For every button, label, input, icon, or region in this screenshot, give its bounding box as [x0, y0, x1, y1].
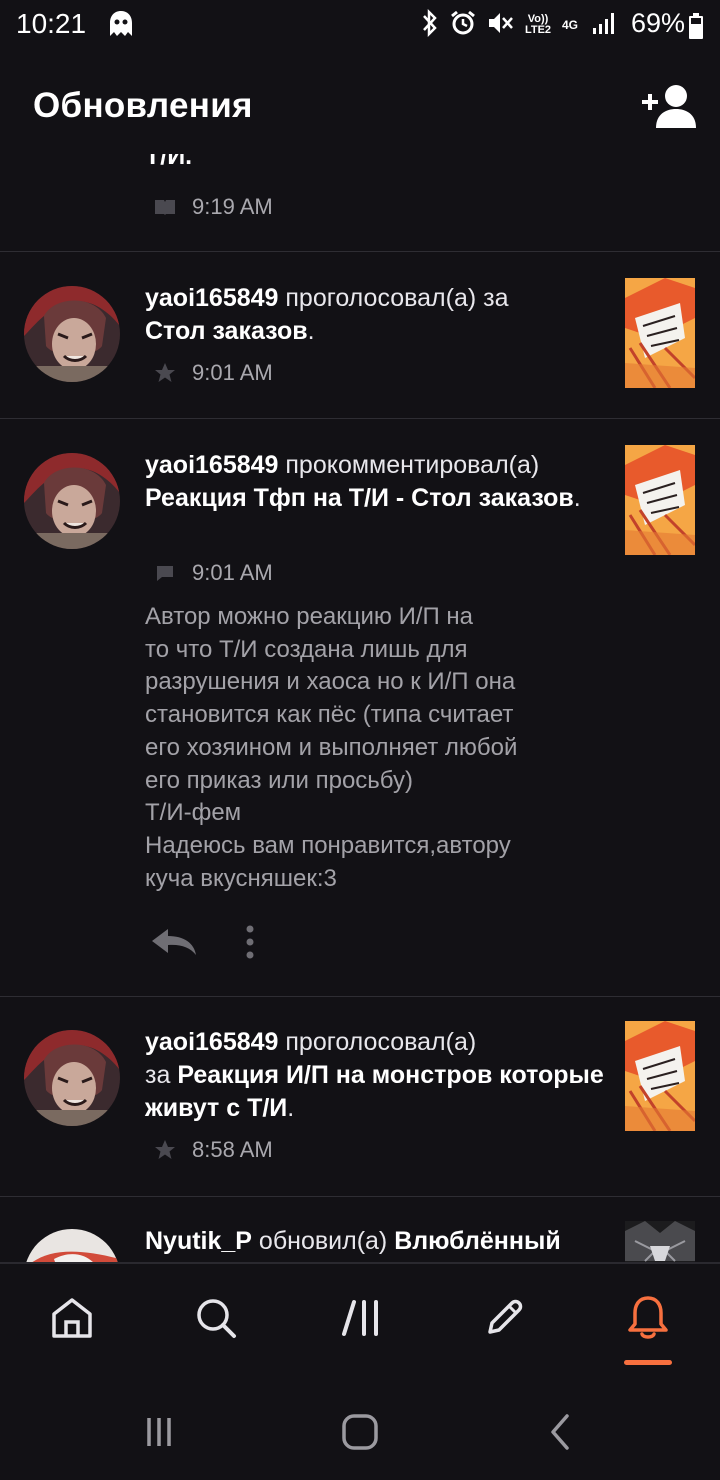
add-user-icon[interactable] [640, 82, 698, 130]
story-cover[interactable] [625, 1021, 695, 1131]
updates-feed[interactable]: Т/И. 9:19 AM yaoi165849 проголосовал(а) … [0, 154, 720, 1262]
list-item[interactable]: yaoi165849 проголосовал(а) за Реакция И/… [0, 997, 720, 1197]
avatar[interactable] [24, 286, 120, 382]
action-text: обновил(а) [251, 1227, 395, 1255]
story-link[interactable]: Реакция И/П на монстров которые живут с … [145, 1061, 604, 1122]
username-link[interactable]: yaoi165849 [145, 451, 278, 479]
search-icon[interactable] [186, 1288, 246, 1348]
battery-icon [687, 12, 705, 40]
write-icon[interactable] [474, 1288, 534, 1348]
recents-button[interactable] [134, 1410, 184, 1454]
system-navigation [0, 1390, 720, 1480]
story-cover[interactable] [625, 1221, 695, 1262]
end-punctuation: . [307, 317, 315, 345]
notifications-icon[interactable] [618, 1288, 678, 1348]
item-meta: 8:58 AM [154, 1137, 273, 1163]
story-link[interactable]: Реакция Тфп на Т/И - Стол заказов [145, 484, 574, 512]
action-text: проголосовал(а) за [278, 284, 509, 312]
bottom-navigation [0, 1262, 720, 1390]
mute-icon [486, 9, 514, 42]
status-bar: 10:21 Vo)) LTE2 4G 69% [0, 0, 720, 54]
star-icon [154, 1139, 176, 1161]
list-item[interactable]: Nyutik_P обновил(а) Влюблённый [0, 1197, 720, 1262]
avatar[interactable] [24, 1229, 120, 1262]
update-text: yaoi165849 прокомментировал(а) Реакция Тф… [145, 449, 605, 515]
story-title-tail[interactable]: Т/И. [145, 154, 192, 171]
username-link[interactable]: yaoi165849 [145, 284, 278, 312]
update-text: yaoi165849 проголосовал(а) за Реакция И/… [145, 1026, 605, 1125]
item-time: 8:58 AM [192, 1137, 273, 1162]
star-icon [154, 362, 176, 384]
list-item[interactable]: yaoi165849 прокомментировал(а) Реакция Тф… [0, 419, 720, 997]
story-link[interactable]: Стол заказов [145, 317, 308, 345]
ghost-icon [108, 10, 134, 38]
item-time: 9:01 AM [192, 560, 273, 585]
end-punctuation: . [287, 1094, 295, 1122]
home-icon[interactable] [42, 1288, 102, 1348]
status-time: 10:21 [16, 8, 87, 39]
status-icons: Vo)) LTE2 4G [420, 8, 617, 42]
alarm-icon [449, 9, 477, 42]
reply-icon[interactable] [150, 927, 200, 957]
bluetooth-icon [420, 8, 440, 42]
avatar[interactable] [24, 453, 120, 549]
story-cover[interactable] [625, 445, 695, 555]
comment-text: Автор можно реакцию И/П на то что Т/И со… [145, 603, 518, 892]
list-item[interactable]: Т/И. 9:19 AM [0, 154, 720, 252]
action-text: прокомментировал(а) [278, 451, 540, 479]
item-time: 9:19 AM [192, 194, 273, 219]
avatar[interactable] [24, 1030, 120, 1126]
update-text: yaoi165849 проголосовал(а) за Стол заказо… [145, 282, 605, 348]
item-meta: 9:01 AM [154, 360, 273, 386]
app-header: Обновления [0, 54, 720, 154]
username-link[interactable]: Nyutik_P [145, 1227, 252, 1255]
update-text: Nyutik_P обновил(а) Влюблённый [145, 1225, 615, 1258]
4g-icon: 4G [562, 18, 579, 32]
more-options-icon[interactable] [240, 924, 260, 960]
story-cover[interactable] [625, 278, 695, 388]
end-punctuation: . [573, 484, 581, 512]
story-link[interactable]: Влюблённый [394, 1227, 560, 1255]
item-meta: 9:01 AM [154, 560, 273, 586]
library-icon[interactable] [332, 1288, 392, 1348]
signal-icon [591, 10, 617, 41]
page-title: Обновления [33, 86, 253, 125]
back-button[interactable] [536, 1410, 586, 1454]
volte-icon: Vo)) LTE2 [524, 13, 552, 36]
home-button[interactable] [335, 1410, 385, 1454]
active-tab-indicator [624, 1360, 672, 1365]
username-link[interactable]: yaoi165849 [145, 1028, 278, 1056]
list-item[interactable]: yaoi165849 проголосовал(а) за Стол заказо… [0, 252, 720, 419]
item-time: 9:01 AM [192, 360, 273, 385]
battery-percent: 69% [631, 8, 686, 38]
book-icon [154, 196, 176, 218]
comment-icon [154, 562, 176, 584]
item-meta: 9:19 AM [154, 194, 273, 220]
